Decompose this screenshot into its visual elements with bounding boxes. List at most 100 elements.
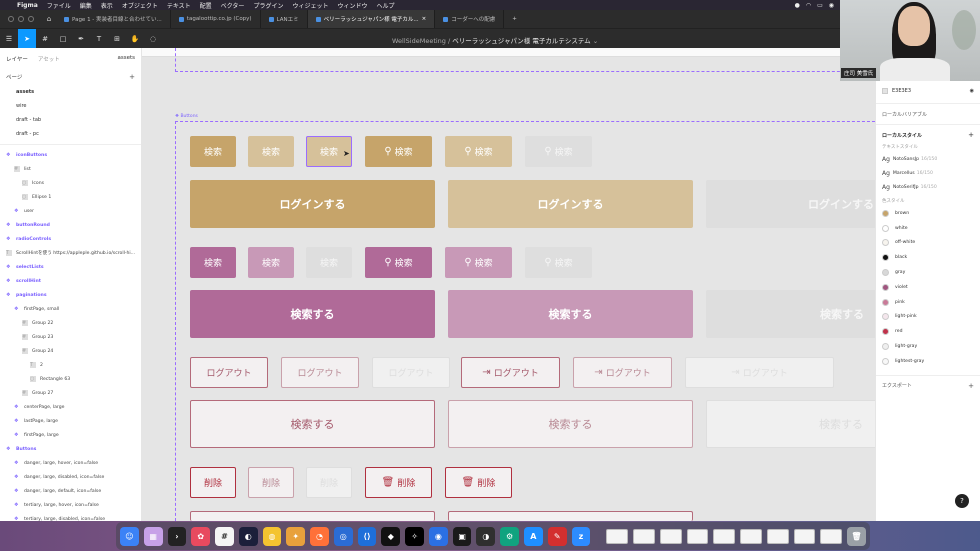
- resources-tool-icon[interactable]: ⊞: [108, 29, 126, 49]
- menu-object[interactable]: オブジェクト: [122, 1, 158, 10]
- search-button-violet-hover[interactable]: 検索: [248, 247, 294, 278]
- layer-row[interactable]: # Group 24: [0, 344, 141, 358]
- layer-row[interactable]: ❖ scrollHint: [0, 274, 141, 288]
- color-style-item[interactable]: gray: [876, 265, 980, 280]
- layer-row[interactable]: ○ Icons: [0, 176, 141, 190]
- menu-app-name[interactable]: Figma: [17, 2, 38, 9]
- chrome-icon[interactable]: ◍: [262, 526, 282, 546]
- layer-row[interactable]: ○ Ellipse 1: [0, 190, 141, 204]
- search-icon-button-gold[interactable]: ⚲ 検索: [365, 136, 432, 167]
- delete-button-outline-hover[interactable]: 削除: [248, 467, 294, 498]
- logout-button-outline-hover[interactable]: ログアウト: [281, 357, 359, 388]
- wifi-icon[interactable]: ◠: [806, 2, 811, 9]
- menu-widgets[interactable]: ウィジェット: [292, 1, 328, 10]
- add-style-icon[interactable]: +: [968, 131, 974, 139]
- minimized-window-thumbnail[interactable]: [686, 528, 709, 544]
- acrobat-icon[interactable]: ✎: [547, 526, 567, 546]
- logout-button-outline[interactable]: ログアウト: [190, 357, 268, 388]
- terminal-icon[interactable]: ›: [167, 526, 187, 546]
- search-button-gold-hover[interactable]: 検索: [248, 136, 294, 167]
- vscode-icon[interactable]: ⟨⟩: [357, 526, 377, 546]
- app-icon[interactable]: ◎: [333, 526, 353, 546]
- menu-help[interactable]: ヘルプ: [376, 1, 394, 10]
- page-item[interactable]: wire: [0, 99, 141, 113]
- minimized-window-thumbnail[interactable]: [713, 528, 736, 544]
- new-tab-button[interactable]: +: [504, 16, 525, 22]
- menu-file[interactable]: ファイル: [47, 1, 71, 10]
- menu-window[interactable]: ウィンドウ: [337, 1, 367, 10]
- search-do-button-violet-hover[interactable]: 検索する: [448, 290, 693, 338]
- color-style-item[interactable]: black: [876, 250, 980, 265]
- comment-tool-icon[interactable]: ◌: [144, 29, 162, 49]
- status-icon[interactable]: ●: [795, 2, 800, 9]
- layer-row[interactable]: # Group 27: [0, 386, 141, 400]
- color-style-item[interactable]: white: [876, 221, 980, 236]
- layer-row[interactable]: T2: [0, 358, 141, 372]
- tab-file-1[interactable]: Page 1 - 実装者目線と合わせてい...: [56, 10, 171, 28]
- delete-icon-button-outline[interactable]: 🗑 削除: [365, 467, 432, 498]
- layer-row[interactable]: ❖ buttonRound: [0, 218, 141, 232]
- search-icon-button-violet-hover[interactable]: ⚲ 検索: [445, 247, 512, 278]
- login-button-gold-hover[interactable]: ログインする: [448, 180, 693, 228]
- logout-icon-button-outline-hover[interactable]: ⇥ ログアウト: [573, 357, 672, 388]
- search-do-button-outline-hover[interactable]: 検索する: [448, 400, 693, 448]
- search-do-button-outline-disabled[interactable]: 検索する: [706, 400, 886, 448]
- slack-icon[interactable]: #: [215, 526, 234, 546]
- page-fill-row[interactable]: E3E3E3 ◉: [876, 82, 980, 100]
- tab-file-3[interactable]: LANエミ: [261, 10, 308, 28]
- search-do-button-disabled[interactable]: 検索する: [706, 290, 886, 338]
- page-item[interactable]: draft - tab: [0, 113, 141, 127]
- move-tool-icon[interactable]: ➤: [18, 28, 36, 49]
- search-icon-button-violet-disabled[interactable]: ⚲ 検索: [525, 247, 592, 278]
- visibility-eye-icon[interactable]: ◉: [970, 88, 974, 94]
- logout-icon-button-outline-disabled[interactable]: ⇥ ログアウト: [685, 357, 834, 388]
- chatgpt-icon[interactable]: ⚙: [500, 526, 520, 546]
- breadcrumb-team[interactable]: WellSideMeeting: [392, 37, 446, 45]
- launchpad-icon[interactable]: ▦: [143, 526, 163, 546]
- menu-vector[interactable]: ベクター: [221, 1, 245, 10]
- menu-edit[interactable]: 編集: [80, 1, 92, 10]
- chevron-down-icon[interactable]: ⌄: [593, 37, 598, 45]
- color-style-item[interactable]: brown: [876, 206, 980, 221]
- layer-row[interactable]: ❖ lastPage, large: [0, 414, 141, 428]
- logout-icon-button-outline[interactable]: ⇥ ログアウト: [461, 357, 560, 388]
- layer-row[interactable]: ❖ danger, large, hover, icon=false: [0, 456, 141, 470]
- color-style-item[interactable]: violet: [876, 280, 980, 295]
- minimized-window-thumbnail[interactable]: [606, 528, 628, 544]
- layer-row[interactable]: ❖ iconButtons: [0, 148, 141, 162]
- text-style-item[interactable]: Ag Marcellus 16/150: [876, 166, 980, 180]
- search-button-violet[interactable]: 検索: [190, 247, 236, 278]
- menu-view[interactable]: 表示: [101, 1, 113, 10]
- delete-wide-button-outline[interactable]: [190, 511, 435, 521]
- text-tool-icon[interactable]: T: [90, 29, 108, 49]
- home-icon[interactable]: ⌂: [42, 15, 56, 23]
- minimized-window-thumbnail[interactable]: [740, 528, 762, 544]
- search-icon-button-violet[interactable]: ⚲ 検索: [365, 247, 432, 278]
- close-tab-icon[interactable]: ×: [422, 16, 427, 22]
- battery-icon[interactable]: ▭: [817, 2, 823, 9]
- main-menu-icon[interactable]: ☰: [0, 29, 18, 49]
- search-do-button-violet[interactable]: 検索する: [190, 290, 435, 338]
- color-style-item[interactable]: light-pink: [876, 310, 980, 325]
- layer-row[interactable]: # Group 22: [0, 316, 141, 330]
- page-item[interactable]: draft - pc: [0, 127, 141, 141]
- menu-text[interactable]: テキスト: [167, 1, 191, 10]
- tab-layers[interactable]: レイヤー: [6, 55, 28, 63]
- layer-row[interactable]: ❖ danger, large, disabled, icon=false: [0, 470, 141, 484]
- layer-row[interactable]: ❖ radioControls: [0, 232, 141, 246]
- breadcrumb-file[interactable]: ベリーラッシュジャパン様 電子カルテシステム: [452, 37, 590, 45]
- breadcrumb[interactable]: WellSideMeeting / ベリーラッシュジャパン様 電子カルテシステム…: [392, 35, 598, 45]
- app-icon[interactable]: ▣: [452, 526, 472, 546]
- shape-tool-icon[interactable]: □: [54, 29, 72, 49]
- menu-arrange[interactable]: 配置: [200, 1, 212, 10]
- zoom-window-button[interactable]: [28, 16, 34, 22]
- page-item[interactable]: assets: [0, 85, 141, 99]
- text-style-item[interactable]: Ag NotoSansJp 16/150: [876, 152, 980, 166]
- help-button[interactable]: ?: [955, 494, 969, 508]
- appstore-icon[interactable]: A: [524, 526, 543, 546]
- fill-swatch[interactable]: [882, 88, 888, 94]
- trash-icon[interactable]: 🗑: [847, 526, 866, 546]
- layer-row[interactable]: ○ Rectangle 63: [0, 372, 141, 386]
- menu-plugins[interactable]: プラグイン: [253, 1, 283, 10]
- minimized-window-thumbnail[interactable]: [820, 528, 843, 544]
